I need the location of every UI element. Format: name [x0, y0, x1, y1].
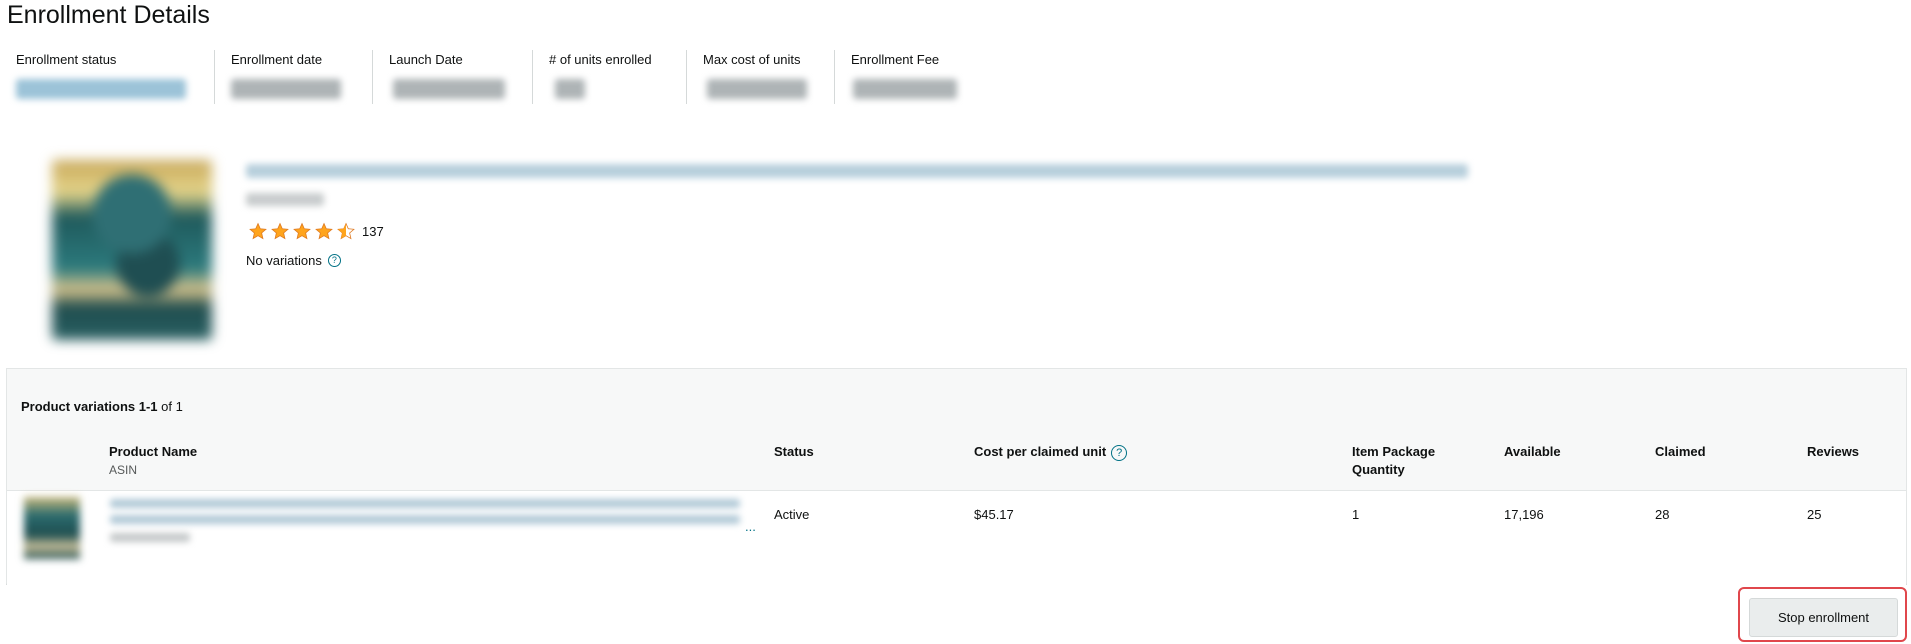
header-available: Available	[1504, 444, 1561, 459]
row-status: Active	[774, 507, 810, 522]
header-cost-label: Cost per claimed unit	[974, 444, 1107, 459]
product-rating[interactable]: 137	[248, 222, 384, 241]
help-circle-icon[interactable]: ?	[1111, 444, 1128, 461]
product-asin	[246, 193, 324, 206]
header-status: Status	[774, 444, 814, 459]
summary-launch-date: Launch Date	[372, 50, 532, 104]
max-cost-value	[707, 79, 807, 99]
row-claimed: 28	[1655, 507, 1670, 522]
summary-label: Max cost of units	[703, 52, 801, 67]
header-package-quantity: Item Package Quantity	[1352, 444, 1436, 477]
summary-max-cost: Max cost of units	[686, 50, 834, 104]
units-enrolled-value	[555, 79, 585, 99]
header-product-name-label: Product Name	[109, 444, 198, 459]
summary-enrollment-fee: Enrollment Fee	[834, 50, 994, 104]
help-circle-icon[interactable]: ?	[327, 254, 341, 267]
summary-enrollment-status: Enrollment status	[0, 50, 212, 104]
row-product-name-link-line2[interactable]	[110, 515, 740, 524]
enrollment-status-value[interactable]	[16, 79, 186, 99]
summary-units-enrolled: # of units enrolled	[532, 50, 686, 104]
page-title: Enrollment Details	[7, 1, 210, 29]
header-reviews: Reviews	[1807, 444, 1860, 459]
variations-count-range: Product variations 1-1	[21, 399, 158, 414]
star-icon	[315, 222, 333, 240]
enrollment-fee-value	[853, 79, 957, 99]
summary-label: Enrollment date	[231, 52, 323, 67]
launch-date-value	[393, 79, 505, 99]
variations-count: Product variations 1-1 of 1	[21, 399, 183, 414]
star-rating	[248, 222, 358, 241]
variations-text: No variations	[246, 253, 322, 268]
summary-enrollment-date: Enrollment date	[214, 50, 372, 104]
row-product-name-link[interactable]	[110, 499, 740, 508]
star-icon	[271, 222, 289, 240]
rating-count[interactable]: 137	[362, 224, 384, 239]
row-package-quantity: 1	[1352, 507, 1360, 522]
header-claimed: Claimed	[1655, 444, 1706, 459]
variations-info: No variations ?	[246, 253, 341, 268]
header-asin-label: ASIN	[109, 463, 138, 477]
row-cost: $45.17	[974, 507, 1014, 522]
header-cost: Cost per claimed unit?	[974, 443, 1128, 461]
star-half-icon	[337, 222, 355, 240]
product-image	[52, 160, 212, 340]
summary-label: # of units enrolled	[549, 52, 652, 67]
stop-enrollment-button[interactable]: Stop enrollment	[1749, 598, 1898, 637]
star-icon	[293, 222, 311, 240]
enrollment-summary: Enrollment status Enrollment date Launch…	[0, 50, 1000, 110]
summary-label: Launch Date	[389, 52, 463, 67]
star-icon	[249, 222, 267, 240]
header-product-name: Product Name ASIN	[109, 443, 197, 479]
enrollment-date-value	[231, 79, 341, 99]
row-available: 17,196	[1504, 507, 1544, 522]
row-name-ellipsis[interactable]: ...	[745, 519, 756, 534]
table-row: ... Active $45.17 1 17,196 28 25	[7, 490, 1906, 585]
row-product-image	[24, 497, 80, 559]
variations-count-total: of 1	[161, 399, 183, 414]
row-asin	[110, 533, 190, 542]
product-title-link[interactable]	[246, 164, 1468, 178]
summary-label: Enrollment Fee	[851, 52, 940, 67]
row-reviews: 25	[1807, 507, 1822, 522]
summary-label: Enrollment status	[16, 52, 117, 67]
product-variations-table: Product variations 1-1 of 1 Product Name…	[6, 368, 1907, 585]
